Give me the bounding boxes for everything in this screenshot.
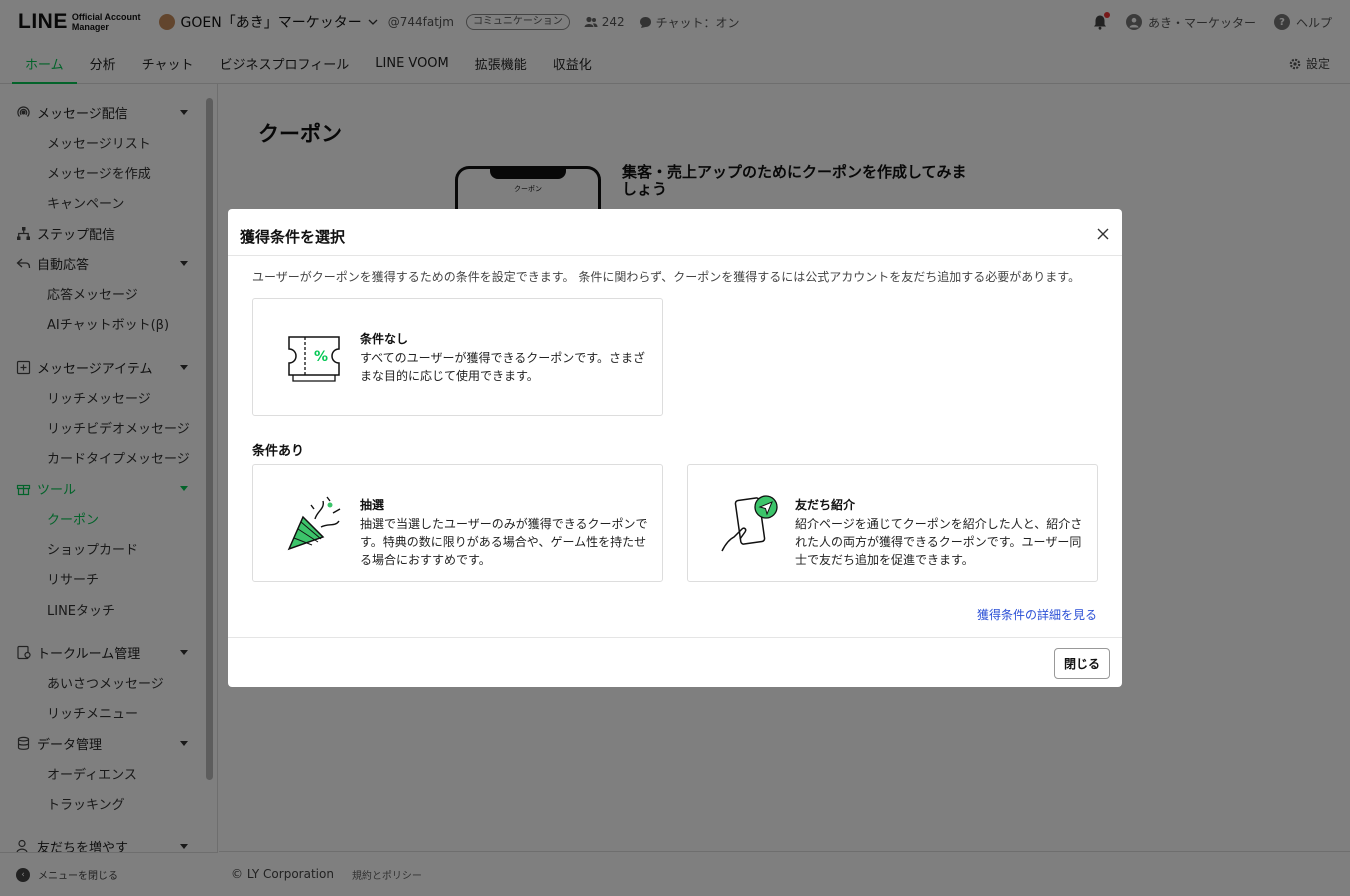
option-friend-referral[interactable]: 友だち紹介 紹介ページを通じてクーポンを紹介した人と、紹介された人の両方が獲得で… — [687, 464, 1098, 582]
phone-share-icon — [721, 495, 778, 552]
modal-description: ユーザーがクーポンを獲得するための条件を設定できます。 条件に関わらず、クーポン… — [252, 270, 1081, 284]
option-description: 抽選で当選したユーザーのみが獲得できるクーポンです。特典の数に限りがある場合や、… — [360, 517, 648, 567]
svg-text:%: % — [314, 349, 328, 365]
modal-title: 獲得条件を選択 — [240, 228, 346, 246]
section-with-condition: 条件あり — [252, 444, 305, 459]
party-popper-icon — [287, 496, 341, 551]
condition-details-link[interactable]: 獲得条件の詳細を見る — [977, 606, 1097, 623]
option-lottery[interactable]: 抽選 抽選で当選したユーザーのみが獲得できるクーポンです。特典の数に限りがある場… — [252, 464, 663, 582]
option-title: 抽選 — [360, 498, 385, 512]
acquisition-condition-modal: 獲得条件を選択 ユーザーがクーポンを獲得するための条件を設定できます。 条件に関… — [228, 209, 1122, 687]
close-icon[interactable] — [1096, 227, 1110, 241]
option-description: すべてのユーザーが獲得できるクーポンです。さまざまな目的に応じて使用できます。 — [360, 351, 646, 383]
close-button[interactable]: 閉じる — [1054, 648, 1110, 679]
coupon-ticket-icon: % — [288, 336, 340, 382]
modal-header: 獲得条件を選択 — [228, 209, 1122, 256]
option-title: 友だち紹介 — [795, 498, 856, 512]
modal-footer: 閉じる — [228, 637, 1122, 687]
option-no-condition[interactable]: % 条件なし すべてのユーザーが獲得できるクーポンです。さまざまな目的に応じて使… — [252, 298, 663, 416]
option-title: 条件なし — [360, 332, 409, 346]
option-description: 紹介ページを通じてクーポンを紹介した人と、紹介された人の両方が獲得できるクーポン… — [795, 517, 1083, 567]
